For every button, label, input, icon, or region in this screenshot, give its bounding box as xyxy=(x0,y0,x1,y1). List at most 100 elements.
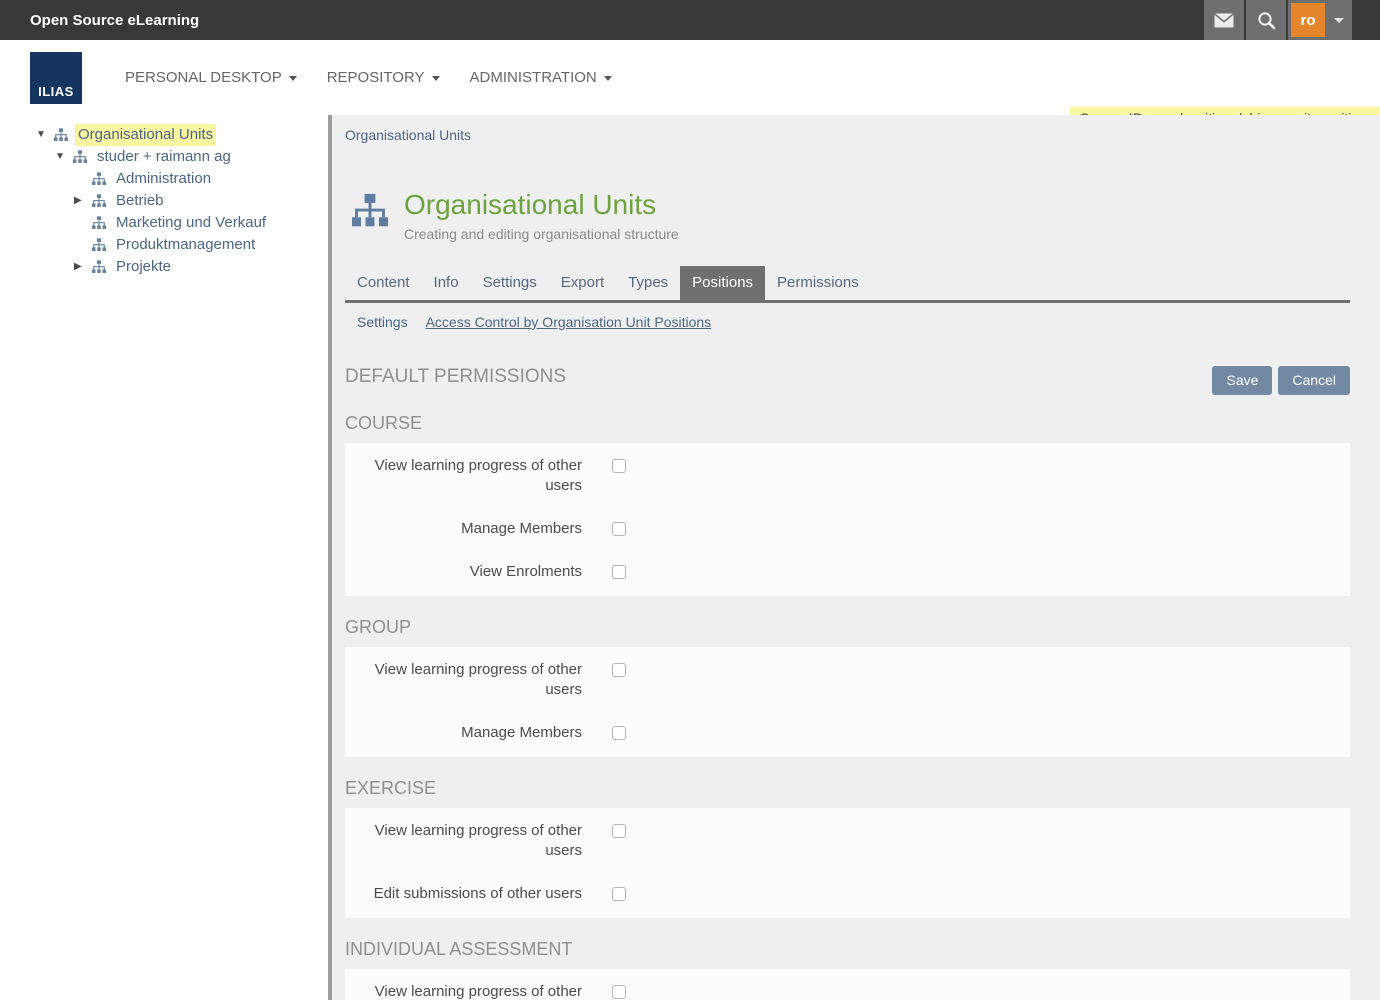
main-nav: PERSONAL DESKTOP REPOSITORY ADMINISTRATION xyxy=(110,59,627,96)
chevron-down-icon xyxy=(604,76,612,81)
org-unit-icon xyxy=(92,172,108,186)
form-section: GROUP View learning progress of other use… xyxy=(345,617,1350,757)
tree-item-label: Administration xyxy=(113,168,214,190)
permission-label: Manage Members xyxy=(368,723,582,743)
page-title-block: Organisational Units Creating and editin… xyxy=(352,189,1350,242)
search-button[interactable] xyxy=(1246,0,1286,40)
logo-text: ILIAS xyxy=(38,84,74,104)
section-title: INDIVIDUAL ASSESSMENT xyxy=(345,939,1350,960)
expand-arrow-icon[interactable]: ▶ xyxy=(74,190,92,212)
permission-label: View Enrolments xyxy=(368,562,582,582)
org-unit-icon xyxy=(54,128,70,142)
nav-item-personal-desktop[interactable]: PERSONAL DESKTOP xyxy=(110,59,312,96)
top-bar: Open Source eLearning ro xyxy=(0,0,1380,40)
org-unit-icon xyxy=(92,216,108,230)
nav-item-label: PERSONAL DESKTOP xyxy=(125,69,282,86)
permission-checkbox[interactable] xyxy=(612,985,626,999)
user-menu-button[interactable]: ro xyxy=(1288,0,1352,40)
chevron-down-icon xyxy=(289,76,297,81)
section-title: GROUP xyxy=(345,617,1350,638)
tree-item-label: Produktmanagement xyxy=(113,234,258,256)
tab-settings[interactable]: Settings xyxy=(471,266,549,300)
permission-checkbox[interactable] xyxy=(612,522,626,536)
permission-checkbox[interactable] xyxy=(612,565,626,579)
section-title: EXERCISE xyxy=(345,778,1350,799)
main-area: Organisational Units Organisational Unit… xyxy=(332,115,1380,1000)
tree-item[interactable]: Produktmanagement xyxy=(0,234,328,256)
page-subtitle: Creating and editing organisational stru… xyxy=(404,226,679,242)
permission-row: View learning progress of other users xyxy=(345,821,1350,861)
tab-permissions[interactable]: Permissions xyxy=(765,266,871,300)
permission-checkbox[interactable] xyxy=(612,459,626,473)
permission-checkbox[interactable] xyxy=(612,824,626,838)
permission-label: View learning progress of other users xyxy=(368,982,582,1000)
section-panel: View learning progress of other usersMan… xyxy=(345,443,1350,596)
tree-item-label: Betrieb xyxy=(113,190,167,212)
main-header: ILIAS PERSONAL DESKTOP REPOSITORY ADMINIST… xyxy=(0,40,1380,115)
mail-icon xyxy=(1214,13,1234,28)
form-section: EXERCISE View learning progress of other … xyxy=(345,778,1350,918)
content-row: ▼Organisational Units▼studer + raimann a… xyxy=(0,115,1380,1000)
breadcrumb[interactable]: Organisational Units xyxy=(345,127,471,143)
mail-button[interactable] xyxy=(1204,0,1244,40)
form-sections: COURSE View learning progress of other us… xyxy=(345,413,1350,1000)
permission-row: View learning progress of other users xyxy=(345,660,1350,700)
tree-item[interactable]: ▶ Projekte xyxy=(0,256,328,278)
permission-label: Manage Members xyxy=(368,519,582,539)
search-icon xyxy=(1257,11,1276,30)
cancel-button[interactable]: Cancel xyxy=(1278,366,1350,395)
tree-item-label: Organisational Units xyxy=(75,124,216,146)
org-unit-icon xyxy=(73,150,89,164)
nav-item-label: REPOSITORY xyxy=(327,69,425,86)
collapse-arrow-icon[interactable]: ▼ xyxy=(36,124,54,146)
permission-checkbox[interactable] xyxy=(612,663,626,677)
tree-item[interactable]: Marketing und Verkauf xyxy=(0,212,328,234)
tab-bar: ContentInfoSettingsExportTypesPositionsP… xyxy=(345,266,1350,303)
permission-row: Manage Members xyxy=(345,519,1350,539)
permission-label: View learning progress of other users xyxy=(368,821,582,861)
collapse-arrow-icon[interactable]: ▼ xyxy=(55,146,73,168)
tree-item[interactable]: ▶ Betrieb xyxy=(0,190,328,212)
permission-checkbox[interactable] xyxy=(612,726,626,740)
org-unit-icon xyxy=(92,260,108,274)
permission-row: Edit submissions of other users xyxy=(345,884,1350,904)
section-panel: View learning progress of other users Man… xyxy=(345,647,1350,757)
permission-row: View Enrolments xyxy=(345,562,1350,582)
permission-checkbox[interactable] xyxy=(612,887,626,901)
permission-row: View learning progress of other users xyxy=(345,982,1350,1000)
tab-content[interactable]: Content xyxy=(345,266,422,300)
permission-label: View learning progress of other users xyxy=(368,660,582,700)
section-title: COURSE xyxy=(345,413,1350,434)
org-unit-icon xyxy=(352,193,388,229)
save-button[interactable]: Save xyxy=(1212,366,1272,395)
subtab-settings[interactable]: Settings xyxy=(357,314,408,330)
tab-types[interactable]: Types xyxy=(616,266,680,300)
chevron-down-icon xyxy=(432,76,440,81)
page-title: Organisational Units xyxy=(404,189,679,221)
tree-item-label: Projekte xyxy=(113,256,174,278)
subtab-access-control-by-organisation-unit-positions[interactable]: Access Control by Organisation Unit Posi… xyxy=(426,314,712,330)
tree-item-label: studer + raimann ag xyxy=(94,146,234,168)
subtab-bar: Settings Access Control by Organisation U… xyxy=(345,303,1350,330)
form-header: DEFAULT PERMISSIONS Save Cancel xyxy=(345,366,1350,395)
main-content: Organisational Units Organisational Unit… xyxy=(345,115,1350,1000)
tree-item[interactable]: ▼ studer + raimann ag xyxy=(0,146,328,168)
tree-item[interactable]: ▼ Organisational Units xyxy=(0,124,328,146)
form-title: DEFAULT PERMISSIONS xyxy=(345,366,566,388)
avatar: ro xyxy=(1291,3,1325,37)
permission-row: Manage Members xyxy=(345,723,1350,743)
nav-item-repository[interactable]: REPOSITORY xyxy=(312,59,455,96)
tree-item[interactable]: Administration xyxy=(0,168,328,190)
chevron-down-icon xyxy=(1334,18,1344,23)
expand-arrow-icon[interactable]: ▶ xyxy=(74,256,92,278)
ilias-logo[interactable]: ILIAS xyxy=(30,52,82,104)
tab-info[interactable]: Info xyxy=(422,266,471,300)
section-panel: View learning progress of other users Edi… xyxy=(345,808,1350,918)
nav-item-administration[interactable]: ADMINISTRATION xyxy=(455,59,627,96)
sidebar: ▼Organisational Units▼studer + raimann a… xyxy=(0,115,328,1000)
tree-item-label: Marketing und Verkauf xyxy=(113,212,269,234)
org-unit-icon xyxy=(92,238,108,252)
tab-positions[interactable]: Positions xyxy=(680,266,765,300)
tab-export[interactable]: Export xyxy=(549,266,616,300)
section-panel: View learning progress of other usersSet… xyxy=(345,969,1350,1000)
